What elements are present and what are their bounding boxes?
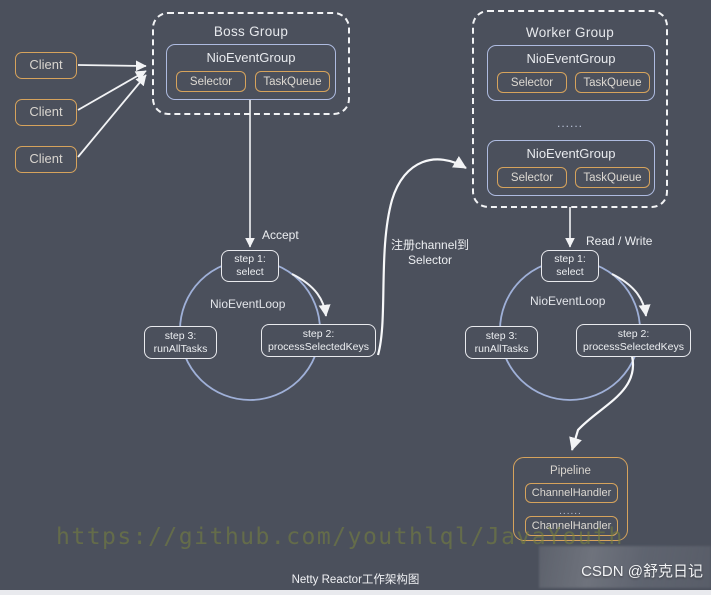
pipeline-title: Pipeline <box>550 465 591 477</box>
worker1-taskqueue-chip[interactable]: TaskQueue <box>575 72 650 93</box>
worker-group-title: Worker Group <box>525 25 615 40</box>
boss-taskqueue-chip[interactable]: TaskQueue <box>255 71 330 92</box>
worker-step1-line1: step 1: <box>554 253 586 266</box>
boss-step3-line1: step 3: <box>164 329 197 342</box>
worker-nio-event-group-2-title: NioEventGroup <box>526 146 616 161</box>
worker-step1-line2: select <box>556 266 584 278</box>
worker1-selector-chip[interactable]: Selector <box>497 72 567 93</box>
client3-to-boss-arrow <box>77 74 147 158</box>
boss-step1-line2: select <box>236 266 264 278</box>
boss-nio-event-group-title: NioEventGroup <box>206 50 296 65</box>
worker1-taskqueue-label: TaskQueue <box>583 76 642 89</box>
client-box-2[interactable]: Client <box>15 99 77 126</box>
client-box-1[interactable]: Client <box>15 52 77 79</box>
worker-step3-line1: step 3: <box>485 329 518 342</box>
worker2-selector-label: Selector <box>510 171 554 184</box>
register-channel-label: 注册channel到 Selector <box>391 238 469 268</box>
boss-selector-label: Selector <box>189 75 233 88</box>
boss-nio-event-group[interactable]: NioEventGroup Selector TaskQueue <box>166 44 336 100</box>
client-label: Client <box>29 57 63 73</box>
client1-to-boss-arrow <box>77 60 147 72</box>
worker-nio-event-group-2[interactable]: NioEventGroup Selector TaskQueue <box>487 140 655 196</box>
client-label: Client <box>29 104 63 120</box>
boss-taskqueue-label: TaskQueue <box>263 75 322 88</box>
boss-loop-name: NioEventLoop <box>210 297 286 311</box>
worker2-taskqueue-label: TaskQueue <box>583 171 642 184</box>
boss-step3-line2: runAllTasks <box>153 342 208 355</box>
worker1-selector-label: Selector <box>510 76 554 89</box>
worker-nio-event-group-1-title: NioEventGroup <box>526 51 616 66</box>
register-channel-line2: Selector <box>408 253 453 267</box>
worker-to-pipeline-arrow <box>569 355 635 451</box>
boss-step1-box[interactable]: step 1: select <box>221 250 279 282</box>
boss-step1-line1: step 1: <box>234 253 266 266</box>
boss-accept-label: Accept <box>262 228 299 242</box>
channel-handler-1-label: ChannelHandler <box>531 487 612 499</box>
worker-group-ellipsis: ...... <box>556 116 583 130</box>
diagram-canvas: Client Client Client Boss Group NioEvent… <box>0 0 711 595</box>
boss-step2-line2: processSelectedKeys <box>268 340 369 353</box>
boss-step2-line1: step 2: <box>302 327 335 340</box>
worker-step1-box[interactable]: step 1: select <box>541 250 599 282</box>
csdn-credit-watermark: CSDN @舒克日记 <box>581 563 703 580</box>
worker-step2-box[interactable]: step 2: processSelectedKeys <box>576 324 691 357</box>
worker-step3-box[interactable]: step 3: runAllTasks <box>465 326 538 359</box>
boss-selector-chip[interactable]: Selector <box>176 71 246 92</box>
bottom-edge-strip <box>0 590 711 595</box>
worker2-selector-chip[interactable]: Selector <box>497 167 567 188</box>
boss-step3-box[interactable]: step 3: runAllTasks <box>144 326 217 359</box>
client2-to-boss-arrow <box>77 70 147 111</box>
client-box-3[interactable]: Client <box>15 146 77 173</box>
worker-readwrite-label: Read / Write <box>586 234 653 248</box>
worker-step2-line2: processSelectedKeys <box>583 340 684 353</box>
worker-loop-name: NioEventLoop <box>530 294 606 308</box>
client-label: Client <box>29 151 63 167</box>
worker2-taskqueue-chip[interactable]: TaskQueue <box>575 167 650 188</box>
worker-step3-line2: runAllTasks <box>474 342 529 355</box>
register-channel-line1: 注册channel到 <box>391 238 470 252</box>
boss-step2-box[interactable]: step 2: processSelectedKeys <box>261 324 376 357</box>
worker-step2-line1: step 2: <box>617 327 650 340</box>
channel-handler-1[interactable]: ChannelHandler <box>525 483 618 503</box>
boss-loop-direction-arrow <box>291 273 331 317</box>
worker-loop-direction-arrow <box>611 273 651 317</box>
worker-nio-event-group-1[interactable]: NioEventGroup Selector TaskQueue <box>487 45 655 101</box>
boss-group-title: Boss Group <box>213 24 289 39</box>
